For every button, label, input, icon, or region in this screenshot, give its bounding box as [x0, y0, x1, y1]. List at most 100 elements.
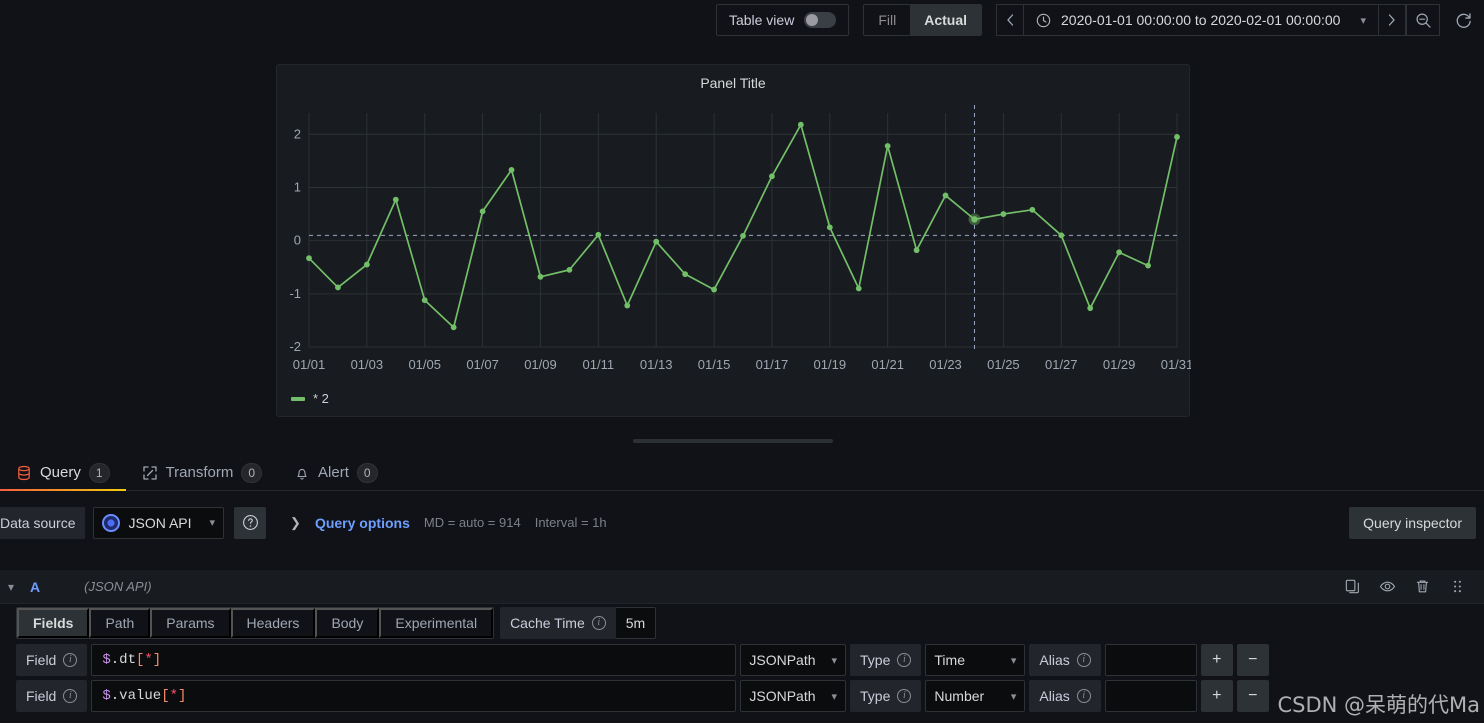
- table-view-switch[interactable]: [804, 12, 837, 28]
- transform-icon: [142, 465, 158, 481]
- refresh-dashboard-button[interactable]: [1446, 4, 1480, 36]
- expr-name: .dt: [110, 652, 136, 668]
- remove-field-button[interactable]: −: [1236, 644, 1269, 676]
- chart-legend: * 2: [291, 391, 329, 406]
- info-icon[interactable]: i: [63, 689, 78, 703]
- subtab-fields[interactable]: Fields: [17, 608, 90, 638]
- alias-label: Alias i: [1029, 644, 1101, 676]
- delete-query-icon[interactable]: [1414, 578, 1431, 595]
- query-datasource-note: (JSON API): [84, 579, 152, 594]
- remove-field-button[interactable]: −: [1236, 680, 1269, 712]
- field-label-text: Field: [26, 652, 57, 668]
- jsonpath-select[interactable]: JSONPath ▾: [740, 680, 847, 712]
- time-shift-back-button[interactable]: [996, 4, 1025, 36]
- fields-list: Field i $ .dt[*] JSONPath ▾ Type i Time ▾…: [0, 644, 1484, 716]
- fill-button[interactable]: Fill: [864, 5, 910, 35]
- svg-text:01/15: 01/15: [698, 357, 731, 372]
- datasource-help-button[interactable]: [234, 506, 267, 539]
- database-icon: [16, 465, 32, 481]
- svg-text:01/09: 01/09: [524, 357, 557, 372]
- svg-text:01/13: 01/13: [640, 357, 673, 372]
- tab-query[interactable]: Query 1: [0, 455, 126, 491]
- svg-text:01/23: 01/23: [929, 357, 962, 372]
- fill-actual-group: Fill Actual: [863, 4, 983, 36]
- info-icon[interactable]: i: [63, 653, 78, 667]
- svg-text:01/19: 01/19: [814, 357, 847, 372]
- toggle-visibility-icon[interactable]: [1379, 578, 1396, 595]
- tab-query-label: Query: [40, 464, 81, 481]
- svg-text:2: 2: [294, 126, 301, 141]
- zoom-out-time-button[interactable]: [1406, 4, 1440, 36]
- info-icon[interactable]: i: [591, 616, 606, 630]
- cache-time-group: Cache Time i 5m: [500, 607, 657, 639]
- duplicate-query-icon[interactable]: [1344, 578, 1361, 595]
- alias-input[interactable]: [1104, 644, 1197, 676]
- table-view-toggle[interactable]: Table view: [715, 4, 850, 36]
- tab-query-count: 1: [88, 462, 110, 483]
- chevron-down-icon: ▾: [1010, 654, 1017, 667]
- tab-alert-count: 0: [356, 462, 378, 483]
- field-row: Field i $ .value[*] JSONPath ▾ Type i Num…: [0, 680, 1484, 712]
- clock-icon: [1036, 13, 1051, 27]
- jsonpath-select[interactable]: JSONPath ▾: [740, 644, 847, 676]
- time-range-picker[interactable]: 2020-01-01 00:00:00 to 2020-02-01 00:00:…: [1024, 4, 1378, 36]
- type-select[interactable]: Number ▾: [925, 680, 1026, 712]
- legend-series-label: * 2: [313, 391, 329, 406]
- type-label: Type i: [850, 644, 922, 676]
- query-options-toggle[interactable]: Query options: [315, 515, 410, 531]
- jsonpath-select-value: JSONPath: [749, 688, 816, 704]
- svg-text:01/21: 01/21: [871, 357, 904, 372]
- collapse-query-icon[interactable]: ▾: [0, 580, 22, 594]
- info-icon[interactable]: i: [1076, 653, 1091, 667]
- type-select-value: Time: [934, 652, 965, 668]
- subtabs-group: Fields Path Params Headers Body Experime…: [16, 607, 495, 639]
- panel-resize-handle[interactable]: [633, 439, 833, 443]
- svg-text:-1: -1: [289, 286, 301, 301]
- field-label-text: Field: [26, 688, 57, 704]
- alias-label-text: Alias: [1039, 652, 1070, 668]
- subtab-body[interactable]: Body: [315, 608, 380, 638]
- jsonpath-select-value: JSONPath: [749, 652, 816, 668]
- subtab-path[interactable]: Path: [89, 608, 151, 638]
- alias-input[interactable]: [1104, 680, 1197, 712]
- chevron-down-icon: ▾: [831, 654, 838, 667]
- info-icon[interactable]: i: [897, 653, 912, 667]
- max-data-points-text: MD = auto = 914: [423, 515, 521, 530]
- cache-time-label: Cache Time i: [500, 607, 616, 639]
- svg-text:01/25: 01/25: [987, 357, 1020, 372]
- chevron-right-icon[interactable]: ❯: [290, 515, 301, 531]
- svg-text:01/11: 01/11: [583, 357, 615, 372]
- query-ref-id[interactable]: A: [30, 579, 40, 595]
- field-expression-input[interactable]: $ .value[*]: [91, 680, 737, 712]
- add-field-button[interactable]: +: [1200, 680, 1233, 712]
- datasource-row: Data source JSON API ▾ ❯ Query options M…: [0, 500, 1484, 545]
- subtab-experimental[interactable]: Experimental: [379, 608, 494, 638]
- chevron-down-icon: ▾: [1360, 14, 1366, 27]
- svg-text:-2: -2: [289, 339, 301, 354]
- help-circle-icon: [242, 515, 258, 530]
- cache-time-value[interactable]: 5m: [615, 607, 657, 639]
- time-series-plot[interactable]: 2 1 0 -1 -2 01/01 01/03 01/05 01/07 01/09 01/11 01/…: [277, 95, 1191, 395]
- drag-handle-icon[interactable]: [1449, 578, 1466, 595]
- refresh-icon: [1456, 12, 1471, 28]
- info-icon[interactable]: i: [897, 689, 912, 703]
- editor-tabs: Query 1 Transform 0 Alert 0: [0, 455, 1484, 491]
- time-range-group: 2020-01-01 00:00:00 to 2020-02-01 00:00:…: [996, 4, 1480, 36]
- chevron-down-icon: ▾: [209, 517, 216, 529]
- tab-transform-count: 0: [241, 462, 263, 483]
- info-icon[interactable]: i: [1076, 689, 1091, 703]
- add-field-button[interactable]: +: [1200, 644, 1233, 676]
- type-select[interactable]: Time ▾: [925, 644, 1026, 676]
- subtab-params[interactable]: Params: [150, 608, 231, 638]
- datasource-picker[interactable]: JSON API ▾: [93, 506, 225, 539]
- tab-alert[interactable]: Alert 0: [278, 455, 394, 490]
- actual-button[interactable]: Actual: [910, 5, 982, 35]
- query-inspector-button[interactable]: Query inspector: [1349, 507, 1476, 539]
- tab-transform[interactable]: Transform 0: [126, 455, 278, 490]
- field-expression-input[interactable]: $ .dt[*]: [91, 644, 737, 676]
- field-label: Field i: [16, 680, 88, 712]
- subtab-headers[interactable]: Headers: [230, 608, 316, 638]
- type-select-value: Number: [934, 688, 985, 704]
- time-shift-forward-button[interactable]: [1378, 4, 1406, 36]
- chevron-right-icon: [1388, 14, 1395, 26]
